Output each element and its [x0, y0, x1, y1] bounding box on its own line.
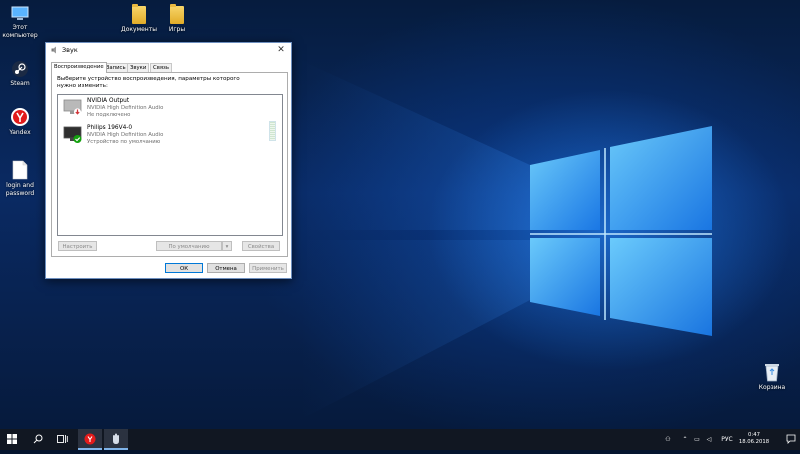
tab-playback[interactable]: Воспроизведение	[51, 62, 107, 73]
apply-button[interactable]: Применить	[249, 263, 287, 273]
network-icon: ▭	[694, 436, 700, 443]
chevron-up-icon: ⌃	[682, 436, 688, 443]
set-default-button[interactable]: По умолчанию	[156, 241, 222, 251]
clock[interactable]: 0:47 18.06.2018	[736, 432, 772, 446]
set-default-dropdown[interactable]: ▾	[222, 241, 232, 251]
steam-icon	[12, 61, 28, 77]
list-item-device[interactable]: NVIDIA Output NVIDIA High Definition Aud…	[61, 97, 271, 121]
network-button[interactable]: ▭	[692, 429, 702, 450]
properties-button[interactable]: Свойства	[242, 241, 280, 251]
folder-icon	[132, 4, 146, 24]
dialog-titlebar[interactable]: Звук ✕	[46, 43, 291, 57]
yandex-icon	[11, 108, 29, 126]
monitor-default-icon	[63, 126, 82, 143]
taskbar-sound-settings[interactable]	[104, 429, 128, 450]
configure-button[interactable]: Настроить	[58, 241, 97, 251]
search-button[interactable]	[26, 429, 50, 450]
people-icon: ⚇	[665, 436, 671, 443]
desktop-icon-games[interactable]: Игры	[155, 4, 199, 34]
input-language[interactable]: РУС	[718, 429, 736, 450]
ok-button[interactable]: ОК	[165, 263, 203, 273]
desktop-icon-recycle-bin[interactable]: Корзина	[750, 362, 794, 392]
instruction-text: Выберите устройство воспроизведения, пар…	[57, 76, 240, 89]
search-icon	[33, 434, 43, 444]
set-default-label: По умолчанию	[168, 244, 210, 250]
tab-recording[interactable]: Запись	[103, 63, 129, 72]
yandex-icon	[84, 433, 96, 445]
people-button[interactable]: ⚇	[662, 429, 674, 450]
playback-panel: Выберите устройство воспроизведения, пар…	[51, 72, 288, 257]
clock-date: 18.06.2018	[738, 439, 770, 445]
sound-dialog: Звук ✕ Воспроизведение Запись Звуки Связ…	[45, 42, 292, 279]
speaker-icon	[51, 46, 56, 54]
notification-icon	[786, 434, 796, 444]
cancel-button[interactable]: Отмена	[207, 263, 245, 273]
tray-overflow-button[interactable]: ⌃	[680, 429, 690, 450]
task-view-icon	[56, 435, 68, 443]
desktop-icon-yandex[interactable]: Yandex	[0, 107, 42, 137]
tab-communications[interactable]: Связь	[150, 63, 172, 72]
volume-button[interactable]: ◁	[704, 429, 714, 450]
device-driver: NVIDIA High Definition Audio	[87, 132, 164, 138]
dialog-title: Звук	[62, 46, 78, 54]
start-button[interactable]	[0, 429, 24, 450]
desktop-icon-steam[interactable]: Steam	[0, 60, 42, 88]
device-name: Philips 196V4-0	[87, 125, 133, 131]
close-button[interactable]: ✕	[275, 44, 287, 56]
folder-icon	[170, 4, 184, 24]
device-name: NVIDIA Output	[87, 98, 130, 104]
taskbar: ⚇ ⌃ ▭ ◁ РУС 0:47 18.06.2018	[0, 429, 800, 450]
volume-icon: ◁	[706, 436, 712, 443]
recycle-bin-icon	[765, 364, 779, 382]
action-center-button[interactable]	[786, 434, 796, 444]
clock-time: 0:47	[748, 432, 760, 438]
desktop-icon-this-pc[interactable]: Этот компьютер	[0, 6, 42, 40]
device-driver: NVIDIA High Definition Audio	[87, 105, 164, 111]
this-pc-icon	[11, 6, 29, 20]
task-view-button[interactable]	[50, 429, 74, 450]
device-status: Не подключено	[87, 112, 131, 118]
device-status: Устройство по умолчанию	[87, 139, 161, 145]
list-item-device[interactable]: Philips 196V4-0 NVIDIA High Definition A…	[61, 124, 271, 148]
close-icon: ✕	[277, 45, 285, 55]
taskbar-yandex-browser[interactable]	[78, 429, 102, 450]
monitor-disconnected-icon	[63, 99, 82, 116]
windows-logo-icon	[7, 434, 17, 444]
tab-sounds[interactable]: Звуки	[127, 63, 150, 72]
hand-icon	[113, 433, 119, 444]
device-list[interactable]: NVIDIA Output NVIDIA High Definition Aud…	[57, 94, 283, 236]
text-file-icon	[12, 160, 28, 180]
chevron-down-icon: ▾	[225, 244, 229, 250]
desktop-icon-login-and-password[interactable]: login and password	[0, 160, 42, 198]
volume-level-indicator	[269, 121, 276, 141]
